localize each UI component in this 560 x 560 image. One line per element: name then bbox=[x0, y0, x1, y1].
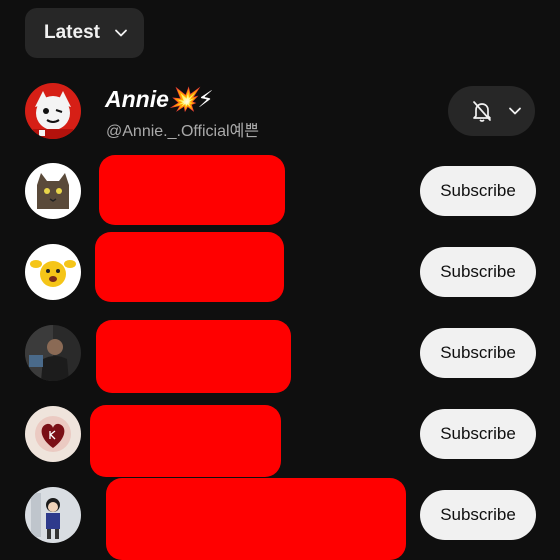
subscribe-button[interactable]: Subscribe bbox=[420, 247, 536, 297]
chevron-down-icon bbox=[509, 107, 521, 115]
heart-avatar[interactable] bbox=[25, 406, 81, 462]
emoji-avatar[interactable] bbox=[25, 244, 81, 300]
bell-off-icon bbox=[473, 101, 491, 122]
chevron-down-icon bbox=[115, 29, 127, 37]
photo-avatar[interactable] bbox=[25, 325, 81, 381]
figure-avatar[interactable] bbox=[25, 487, 81, 543]
redacted-channel-name bbox=[90, 405, 281, 477]
channel-name[interactable]: Annie💥⚡ bbox=[105, 86, 214, 113]
notification-settings-button[interactable] bbox=[448, 86, 535, 136]
subscriptions-page: Latest Annie💥⚡ @Annie._.Official예쁜 Subsc… bbox=[0, 0, 560, 560]
channel-avatar[interactable] bbox=[25, 83, 81, 139]
subscribe-button[interactable]: Subscribe bbox=[420, 490, 536, 540]
redacted-channel-name bbox=[99, 155, 285, 225]
redacted-channel-name bbox=[106, 478, 406, 560]
redacted-channel-name bbox=[96, 320, 291, 393]
channel-handle: @Annie._.Official예쁜 bbox=[106, 123, 260, 140]
subscribe-button[interactable]: Subscribe bbox=[420, 328, 536, 378]
sort-dropdown[interactable]: Latest bbox=[25, 8, 144, 58]
subscribe-button[interactable]: Subscribe bbox=[420, 166, 536, 216]
subscribe-button[interactable]: Subscribe bbox=[420, 409, 536, 459]
redacted-channel-name bbox=[95, 232, 284, 302]
cat-avatar[interactable] bbox=[25, 163, 81, 219]
sort-label: Latest bbox=[44, 22, 100, 43]
